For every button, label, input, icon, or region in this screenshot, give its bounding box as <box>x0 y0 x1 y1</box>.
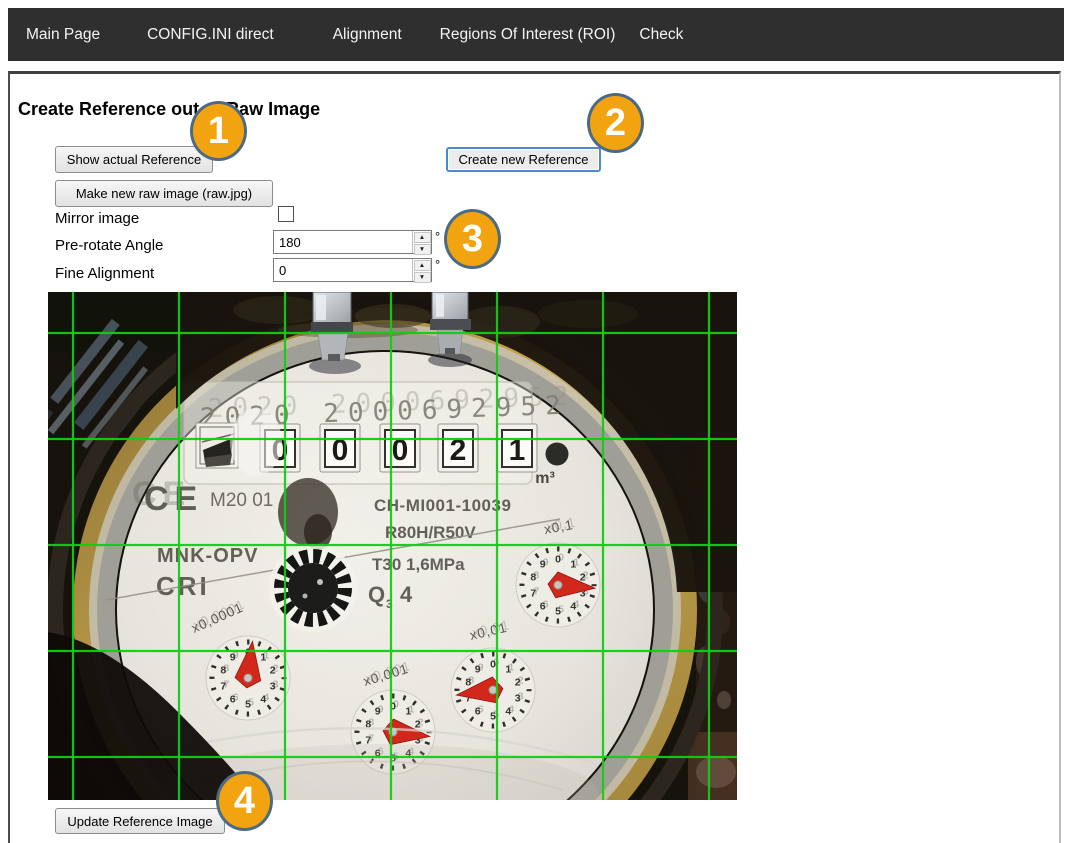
svg-text:9: 9 <box>475 663 481 675</box>
fine-alignment-degree-unit: ° <box>435 257 440 272</box>
show-actual-reference-button[interactable]: Show actual Reference <box>55 146 213 173</box>
update-reference-image-button[interactable]: Update Reference Image <box>55 808 225 834</box>
star-wheel <box>269 544 357 632</box>
svg-text:5: 5 <box>245 699 251 711</box>
svg-text:2: 2 <box>415 718 421 730</box>
svg-text:0: 0 <box>555 554 561 566</box>
spinner-up-icon[interactable]: ▲ <box>414 232 431 243</box>
svg-text:7: 7 <box>530 588 536 600</box>
dynamic-range: R80H/R50V <box>385 523 476 542</box>
nav-item-check[interactable]: Check <box>639 26 683 44</box>
annotation-circle-3: 3 <box>444 209 501 269</box>
q-prefix: Q <box>368 582 385 607</box>
annotation-circle-2: 2 <box>587 93 644 153</box>
mirror-image-label: Mirror image <box>55 210 139 227</box>
annotation-circle-1: 1 <box>190 101 247 161</box>
svg-text:4: 4 <box>505 706 511 718</box>
counter-dot <box>546 443 569 466</box>
fine-alignment-spinner: ▲ ▼ <box>412 259 431 281</box>
ce-mark: CE <box>144 480 203 518</box>
fine-alignment-value: 0 <box>274 259 412 281</box>
svg-text:1: 1 <box>570 558 576 570</box>
svg-text:9: 9 <box>375 705 381 717</box>
pre-rotate-angle-input[interactable]: 180 ▲ ▼ <box>273 230 432 254</box>
spinner-down-icon[interactable]: ▼ <box>414 272 431 283</box>
create-new-reference-button[interactable]: Create new Reference <box>446 147 601 172</box>
pre-rotate-spinner: ▲ ▼ <box>412 231 431 253</box>
fine-alignment-label: Fine Alignment <box>55 265 154 282</box>
svg-text:9: 9 <box>230 651 236 663</box>
svg-text:6: 6 <box>475 706 481 718</box>
annotation-circle-4: 4 <box>216 771 273 831</box>
temp-pressure: T30 1,6MPa <box>372 555 465 574</box>
nav-bar: Main Page CONFIG.INI direct Alignment Re… <box>8 8 1064 61</box>
nav-item-roi[interactable]: Regions Of Interest (ROI) <box>440 26 616 44</box>
brand-name: MNK-OPV <box>157 545 258 567</box>
svg-text:2: 2 <box>270 664 276 676</box>
approval-code: M20 01 <box>210 490 273 511</box>
svg-text:1: 1 <box>405 705 411 717</box>
svg-text:7: 7 <box>220 681 226 693</box>
reference-image: 2020 2000692952 2020 2000692952 00021 m³… <box>48 292 737 800</box>
svg-text:9: 9 <box>540 558 546 570</box>
svg-text:1: 1 <box>505 663 511 675</box>
counter-unit: m³ <box>535 470 555 487</box>
svg-text:3: 3 <box>515 693 521 705</box>
screen: Main Page CONFIG.INI direct Alignment Re… <box>0 0 1072 843</box>
nav-item-config-ini[interactable]: CONFIG.INI direct <box>147 26 274 44</box>
svg-text:8: 8 <box>530 571 536 583</box>
svg-text:6: 6 <box>230 694 236 706</box>
make-new-raw-image-button[interactable]: Make new raw image (raw.jpg) <box>55 180 273 207</box>
svg-text:8: 8 <box>220 664 226 676</box>
mirror-image-checkbox[interactable] <box>278 206 294 222</box>
nav-item-alignment[interactable]: Alignment <box>333 26 402 44</box>
nav-item-main-page[interactable]: Main Page <box>26 26 100 44</box>
svg-text:4: 4 <box>570 601 576 613</box>
svg-text:8: 8 <box>465 676 471 688</box>
spinner-up-icon[interactable]: ▲ <box>414 260 431 271</box>
fine-alignment-input[interactable]: 0 ▲ ▼ <box>273 258 432 282</box>
svg-text:5: 5 <box>490 711 496 723</box>
retaining-clip-right <box>428 292 472 367</box>
svg-text:6: 6 <box>540 601 546 613</box>
pre-rotate-angle-label: Pre-rotate Angle <box>55 237 163 254</box>
svg-text:0: 0 <box>490 659 496 671</box>
type-code: CH-MI001-10039 <box>374 496 511 515</box>
svg-text:1: 1 <box>260 651 266 663</box>
svg-text:2: 2 <box>515 676 521 688</box>
svg-text:5: 5 <box>555 606 561 618</box>
pre-rotate-degree-unit: ° <box>435 229 440 244</box>
spinner-down-icon[interactable]: ▼ <box>414 244 431 255</box>
svg-text:3: 3 <box>270 681 276 693</box>
pre-rotate-angle-value: 180 <box>274 231 412 253</box>
q-value: 4 <box>400 582 413 607</box>
svg-text:4: 4 <box>260 694 266 706</box>
page-title: Create Reference out of Raw Image <box>18 99 320 120</box>
